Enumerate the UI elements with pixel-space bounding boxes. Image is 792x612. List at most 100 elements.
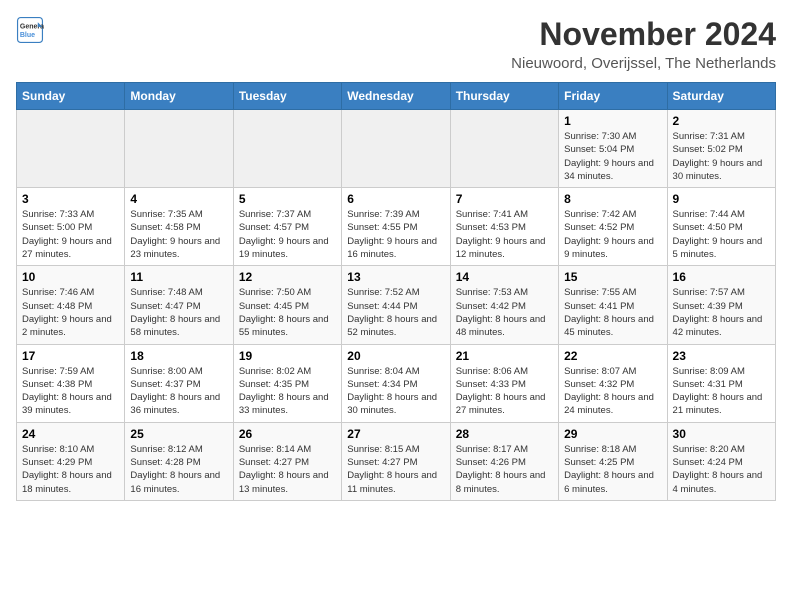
week-row-1: 1Sunrise: 7:30 AMSunset: 5:04 PMDaylight… [17,110,776,188]
day-number: 24 [22,427,119,441]
day-number: 3 [22,192,119,206]
calendar-cell: 30 Sunrise: 8:20 AMSunset: 4:24 PMDayligh… [667,422,775,500]
day-info: Sunrise: 7:48 AMSunset: 4:47 PMDaylight:… [130,286,227,339]
day-info: Sunrise: 7:42 AMSunset: 4:52 PMDaylight:… [564,208,661,261]
weekday-header-row: SundayMondayTuesdayWednesdayThursdayFrid… [17,83,776,110]
day-info: Sunrise: 7:39 AMSunset: 4:55 PMDaylight:… [347,208,444,261]
day-number: 28 [456,427,553,441]
calendar-cell: 22 Sunrise: 8:07 AMSunset: 4:32 PMDayligh… [559,344,667,422]
calendar-cell: 7 Sunrise: 7:41 AMSunset: 4:53 PMDaylight… [450,188,558,266]
logo: General Blue [16,16,44,44]
calendar-cell: 14Sunrise: 7:53 AMSunset: 4:42 PMDayligh… [450,266,558,344]
day-number: 13 [347,270,444,284]
day-info: Sunrise: 7:50 AMSunset: 4:45 PMDaylight:… [239,286,336,339]
day-number: 17 [22,349,119,363]
calendar-cell: 10 Sunrise: 7:46 AMSunset: 4:48 PMDayligh… [17,266,125,344]
day-info: Sunrise: 7:31 AMSunset: 5:02 PMDaylight:… [673,130,770,183]
week-row-3: 10 Sunrise: 7:46 AMSunset: 4:48 PMDayligh… [17,266,776,344]
weekday-header-thursday: Thursday [450,83,558,110]
weekday-header-monday: Monday [125,83,233,110]
day-info: Sunrise: 7:33 AMSunset: 5:00 PMDaylight:… [22,208,119,261]
calendar-cell: 29 Sunrise: 8:18 AMSunset: 4:25 PMDayligh… [559,422,667,500]
day-info: Sunrise: 7:52 AMSunset: 4:44 PMDaylight:… [347,286,444,339]
calendar-table: SundayMondayTuesdayWednesdayThursdayFrid… [16,82,776,501]
weekday-header-friday: Friday [559,83,667,110]
day-number: 7 [456,192,553,206]
calendar-cell [17,110,125,188]
day-number: 30 [673,427,770,441]
calendar-cell: 9Sunrise: 7:44 AMSunset: 4:50 PMDaylight… [667,188,775,266]
calendar-cell: 2 Sunrise: 7:31 AMSunset: 5:02 PMDaylight… [667,110,775,188]
calendar-cell [450,110,558,188]
weekday-header-sunday: Sunday [17,83,125,110]
day-number: 14 [456,270,553,284]
calendar-subtitle: Nieuwoord, Overijssel, The Netherlands [511,55,776,72]
svg-text:Blue: Blue [20,32,35,39]
day-info: Sunrise: 8:15 AMSunset: 4:27 PMDaylight:… [347,443,444,496]
calendar-cell: 19 Sunrise: 8:02 AMSunset: 4:35 PMDayligh… [233,344,341,422]
day-info: Sunrise: 8:17 AMSunset: 4:26 PMDaylight:… [456,443,553,496]
day-number: 1 [564,114,661,128]
calendar-cell: 27Sunrise: 8:15 AMSunset: 4:27 PMDayligh… [342,422,450,500]
day-number: 25 [130,427,227,441]
day-number: 20 [347,349,444,363]
title-section: November 2024 Nieuwoord, Overijssel, The… [511,16,776,72]
day-info: Sunrise: 8:04 AMSunset: 4:34 PMDaylight:… [347,365,444,418]
day-info: Sunrise: 8:20 AMSunset: 4:24 PMDaylight:… [673,443,770,496]
calendar-title: November 2024 [511,16,776,53]
week-row-5: 24 Sunrise: 8:10 AMSunset: 4:29 PMDayligh… [17,422,776,500]
calendar-cell: 11 Sunrise: 7:48 AMSunset: 4:47 PMDayligh… [125,266,233,344]
week-row-2: 3 Sunrise: 7:33 AMSunset: 5:00 PMDaylight… [17,188,776,266]
day-number: 29 [564,427,661,441]
day-info: Sunrise: 7:57 AMSunset: 4:39 PMDaylight:… [673,286,770,339]
day-number: 2 [673,114,770,128]
calendar-cell: 4 Sunrise: 7:35 AMSunset: 4:58 PMDaylight… [125,188,233,266]
calendar-cell: 28 Sunrise: 8:17 AMSunset: 4:26 PMDayligh… [450,422,558,500]
day-info: Sunrise: 7:35 AMSunset: 4:58 PMDaylight:… [130,208,227,261]
day-info: Sunrise: 8:07 AMSunset: 4:32 PMDaylight:… [564,365,661,418]
calendar-cell: 21 Sunrise: 8:06 AMSunset: 4:33 PMDayligh… [450,344,558,422]
day-info: Sunrise: 7:59 AMSunset: 4:38 PMDaylight:… [22,365,119,418]
calendar-cell: 25Sunrise: 8:12 AMSunset: 4:28 PMDayligh… [125,422,233,500]
calendar-cell: 8 Sunrise: 7:42 AMSunset: 4:52 PMDaylight… [559,188,667,266]
calendar-cell: 20 Sunrise: 8:04 AMSunset: 4:34 PMDayligh… [342,344,450,422]
calendar-cell: 17 Sunrise: 7:59 AMSunset: 4:38 PMDayligh… [17,344,125,422]
day-info: Sunrise: 7:41 AMSunset: 4:53 PMDaylight:… [456,208,553,261]
day-number: 8 [564,192,661,206]
calendar-cell: 3 Sunrise: 7:33 AMSunset: 5:00 PMDaylight… [17,188,125,266]
day-info: Sunrise: 8:02 AMSunset: 4:35 PMDaylight:… [239,365,336,418]
day-info: Sunrise: 8:14 AMSunset: 4:27 PMDaylight:… [239,443,336,496]
calendar-cell: 5 Sunrise: 7:37 AMSunset: 4:57 PMDaylight… [233,188,341,266]
day-number: 18 [130,349,227,363]
day-info: Sunrise: 8:00 AMSunset: 4:37 PMDaylight:… [130,365,227,418]
day-info: Sunrise: 8:06 AMSunset: 4:33 PMDaylight:… [456,365,553,418]
day-number: 12 [239,270,336,284]
calendar-cell: 13 Sunrise: 7:52 AMSunset: 4:44 PMDayligh… [342,266,450,344]
calendar-cell: 23Sunrise: 8:09 AMSunset: 4:31 PMDayligh… [667,344,775,422]
day-number: 26 [239,427,336,441]
day-number: 23 [673,349,770,363]
weekday-header-wednesday: Wednesday [342,83,450,110]
day-info: Sunrise: 7:46 AMSunset: 4:48 PMDaylight:… [22,286,119,339]
calendar-cell: 26 Sunrise: 8:14 AMSunset: 4:27 PMDayligh… [233,422,341,500]
day-number: 15 [564,270,661,284]
day-number: 16 [673,270,770,284]
day-number: 11 [130,270,227,284]
page-header: General Blue November 2024 Nieuwoord, Ov… [16,16,776,72]
calendar-cell [233,110,341,188]
day-number: 4 [130,192,227,206]
calendar-cell: 16 Sunrise: 7:57 AMSunset: 4:39 PMDayligh… [667,266,775,344]
calendar-cell [125,110,233,188]
day-info: Sunrise: 7:44 AMSunset: 4:50 PMDaylight:… [673,208,770,261]
day-number: 19 [239,349,336,363]
day-info: Sunrise: 8:10 AMSunset: 4:29 PMDaylight:… [22,443,119,496]
day-info: Sunrise: 7:55 AMSunset: 4:41 PMDaylight:… [564,286,661,339]
day-info: Sunrise: 7:37 AMSunset: 4:57 PMDaylight:… [239,208,336,261]
calendar-cell: 15 Sunrise: 7:55 AMSunset: 4:41 PMDayligh… [559,266,667,344]
logo-icon: General Blue [16,16,44,44]
day-number: 5 [239,192,336,206]
day-number: 10 [22,270,119,284]
day-number: 22 [564,349,661,363]
day-info: Sunrise: 8:18 AMSunset: 4:25 PMDaylight:… [564,443,661,496]
day-number: 21 [456,349,553,363]
